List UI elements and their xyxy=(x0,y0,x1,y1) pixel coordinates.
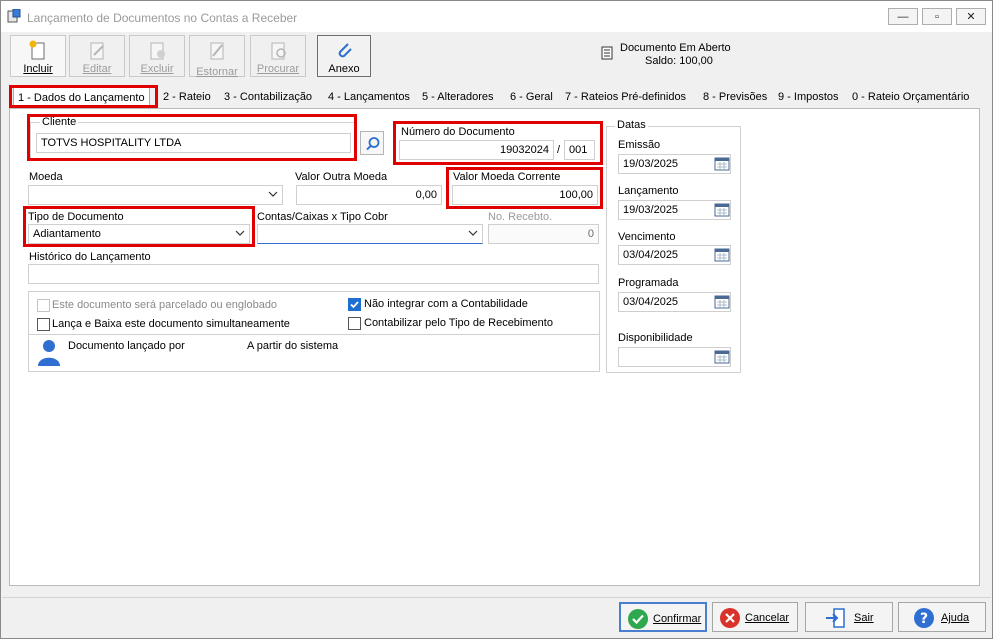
user-icon xyxy=(38,340,60,366)
highlight-numero xyxy=(393,121,603,165)
excluir-button[interactable]: Excluir xyxy=(129,35,185,77)
recebto-label: No. Recebto. xyxy=(488,211,553,223)
highlight-tipo-documento xyxy=(23,206,255,247)
editar-button[interactable]: Editar xyxy=(69,35,125,77)
datas-label: Datas xyxy=(615,119,648,131)
procurar-button[interactable]: Procurar xyxy=(250,35,306,77)
minimize-icon: — xyxy=(897,10,909,23)
tab-geral[interactable]: 6 - Geral xyxy=(510,86,553,108)
contabilizar-checkbox[interactable] xyxy=(348,317,361,330)
app-icon xyxy=(7,9,21,23)
document-status-icon xyxy=(601,46,613,60)
ajuda-label: Ajuda xyxy=(941,612,970,624)
restore-button[interactable]: ▫ xyxy=(922,8,952,25)
edit-icon xyxy=(90,42,104,60)
incluir-label: Incluir xyxy=(23,63,53,75)
check-icon xyxy=(350,301,359,309)
tab-alteradores[interactable]: 5 - Alteradores xyxy=(422,86,494,108)
lancamento-label: Lançamento xyxy=(618,185,679,197)
procurar-label: Procurar xyxy=(256,63,300,75)
cancelar-button[interactable]: Cancelar xyxy=(712,602,798,632)
emissao-label: Emissão xyxy=(618,139,661,151)
divider xyxy=(29,334,599,335)
help-icon: ? xyxy=(914,608,934,628)
incluir-button[interactable]: Incluir xyxy=(10,35,66,77)
tab-rateio[interactable]: 2 - Rateio xyxy=(163,86,211,108)
estornar-button[interactable]: Estornar xyxy=(189,35,245,78)
moeda-select[interactable] xyxy=(28,185,283,205)
anexo-label: Anexo xyxy=(328,63,360,75)
new-document-icon xyxy=(29,40,45,60)
close-button[interactable]: ✕ xyxy=(956,8,986,25)
document-status: Documento Em Aberto Saldo: 100,00 xyxy=(620,42,731,68)
parcelado-checkbox[interactable] xyxy=(37,299,50,312)
vencimento-label: Vencimento xyxy=(618,231,676,243)
valor-outra-moeda-label: Valor Outra Moeda xyxy=(295,171,388,183)
window-title: Lançamento de Documentos no Contas a Rec… xyxy=(27,11,298,25)
excluir-label: Excluir xyxy=(140,63,174,75)
anexo-button[interactable]: Anexo xyxy=(317,35,371,77)
calendar-icon[interactable] xyxy=(714,203,730,217)
lancado-por-label: Documento lançado por xyxy=(68,340,185,352)
cancelar-label: Cancelar xyxy=(745,612,790,624)
minimize-button[interactable]: — xyxy=(888,8,918,25)
paperclip-icon xyxy=(338,43,352,58)
parcelado-label: Este documento será parcelado ou engloba… xyxy=(52,299,278,311)
confirmar-label: Confirmar xyxy=(653,613,702,625)
calendar-icon[interactable] xyxy=(714,350,730,364)
tab-impostos[interactable]: 9 - Impostos xyxy=(778,86,839,108)
confirmar-button[interactable]: Confirmar xyxy=(619,602,707,632)
bottom-divider xyxy=(2,597,991,598)
tab-previsoes[interactable]: 8 - Previsões xyxy=(703,86,767,108)
lanca-baixa-label: Lança e Baixa este documento simultaneam… xyxy=(52,318,290,330)
sair-label: Sair xyxy=(854,612,874,624)
tab-contabilizacao[interactable]: 3 - Contabilização xyxy=(224,86,312,108)
title-bar: Lançamento de Documentos no Contas a Rec… xyxy=(1,1,992,32)
exit-icon xyxy=(826,608,845,628)
search-document-icon xyxy=(271,42,286,60)
highlight-tab xyxy=(9,85,158,108)
tab-rateios-predefinidos[interactable]: 7 - Rateios Pré-definidos xyxy=(565,86,686,108)
tab-lancamentos[interactable]: 4 - Lançamentos xyxy=(328,86,410,108)
search-icon xyxy=(366,137,380,151)
contas-caixas-label: Contas/Caixas x Tipo Cobr xyxy=(257,211,388,223)
cancel-circle-icon xyxy=(720,608,740,628)
disponibilidade-label: Disponibilidade xyxy=(618,332,693,344)
editar-label: Editar xyxy=(82,63,112,75)
recebto-input[interactable]: 0 xyxy=(488,224,599,244)
programada-label: Programada xyxy=(618,277,679,289)
calendar-icon[interactable] xyxy=(714,295,730,309)
chevron-down-icon xyxy=(268,191,278,197)
status-line-2: Saldo: 100,00 xyxy=(645,55,713,67)
reverse-document-icon xyxy=(210,42,224,60)
tab-rateio-orcamentario[interactable]: 0 - Rateio Orçamentário xyxy=(852,86,969,108)
historico-input[interactable] xyxy=(28,264,599,284)
estornar-label: Estornar xyxy=(196,66,238,78)
moeda-label: Moeda xyxy=(29,171,63,183)
restore-icon: ▫ xyxy=(935,10,939,23)
check-circle-icon xyxy=(628,609,648,629)
delete-document-icon xyxy=(150,42,165,60)
lanca-baixa-checkbox[interactable] xyxy=(37,318,50,331)
ajuda-button[interactable]: ? Ajuda xyxy=(898,602,986,632)
nao-integrar-label: Não integrar com a Contabilidade xyxy=(364,298,528,310)
svg-text:?: ? xyxy=(920,611,928,627)
highlight-cliente xyxy=(27,114,357,161)
valor-outra-moeda-input[interactable]: 0,00 xyxy=(296,185,442,205)
main-window: Lançamento de Documentos no Contas a Rec… xyxy=(0,0,993,639)
calendar-icon[interactable] xyxy=(714,157,730,171)
highlight-valor-corrente xyxy=(446,167,603,209)
cliente-search-button[interactable] xyxy=(360,131,384,155)
lancado-por-value: A partir do sistema xyxy=(247,340,339,352)
chevron-down-icon xyxy=(468,230,478,236)
contabilizar-label: Contabilizar pelo Tipo de Recebimento xyxy=(364,317,553,329)
calendar-icon[interactable] xyxy=(714,248,730,262)
sair-button[interactable]: Sair xyxy=(805,602,893,632)
nao-integrar-checkbox[interactable] xyxy=(348,298,361,311)
historico-label: Histórico do Lançamento xyxy=(29,251,151,263)
contas-caixas-select[interactable] xyxy=(257,224,483,244)
status-line-1: Documento Em Aberto xyxy=(620,42,731,54)
close-icon: ✕ xyxy=(966,11,976,23)
